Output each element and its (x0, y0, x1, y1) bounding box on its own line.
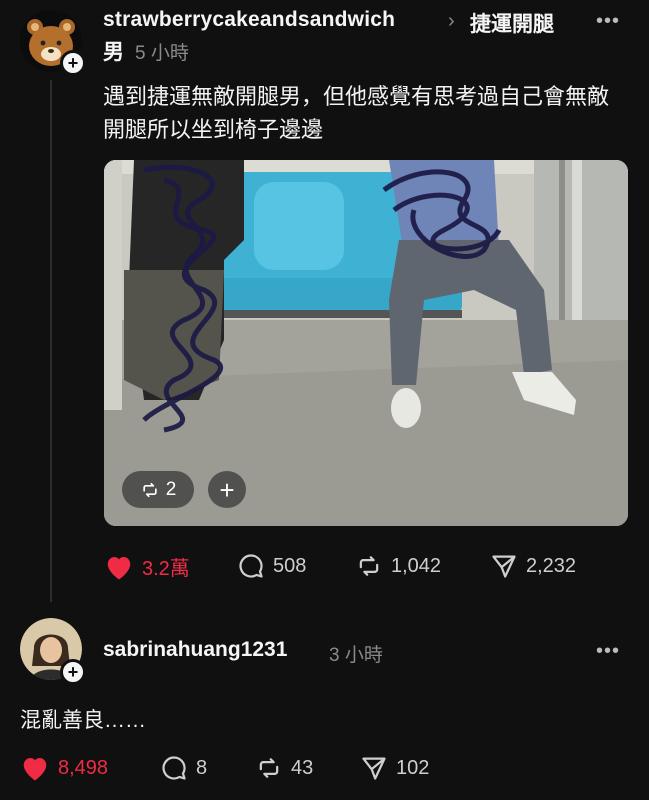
reply-like-button[interactable]: 8,498 (20, 754, 108, 782)
send-icon (362, 757, 386, 780)
post-like-button[interactable]: 3.2萬 (104, 552, 190, 581)
post-image[interactable] (104, 160, 628, 526)
post-reply-button[interactable]: 508 (237, 552, 306, 580)
repost-icon (259, 758, 279, 778)
repost-icon (143, 482, 157, 497)
follow-button[interactable]: + (60, 50, 86, 76)
reply-timestamp: 3 小時 (329, 645, 383, 666)
reply-text: 混亂善良…… (20, 709, 146, 732)
post-text: 遇到捷運無敵開腿男，但他感覺有思考過自己會無敵開腿所以坐到椅子邊邊 (103, 84, 610, 142)
post-repost-count: 1,042 (391, 554, 442, 577)
repost-icon (359, 556, 379, 576)
image-add-button[interactable]: + (208, 471, 246, 508)
send-icon (492, 555, 516, 578)
comment-icon (239, 554, 263, 578)
reply-reply-button[interactable]: 8 (160, 754, 207, 782)
image-repost-count: 2 (165, 478, 177, 500)
post-share-count: 2,232 (526, 554, 577, 577)
reply-share-button[interactable]: 102 (360, 754, 429, 782)
more-options-icon[interactable]: ••• (596, 10, 620, 33)
reply-more-options-icon[interactable]: ••• (596, 640, 620, 663)
post-share-button[interactable]: 2,232 (490, 552, 576, 580)
post-timestamp: 5 小時 (135, 43, 189, 64)
post-repost-button[interactable]: 1,042 (355, 552, 441, 580)
reply-username[interactable]: sabrinahuang1231 (103, 638, 287, 662)
reply-reply-count: 8 (196, 756, 208, 779)
post-like-count: 3.2萬 (142, 558, 190, 580)
heart-filled-icon (23, 758, 47, 781)
topic-tag[interactable]: 捷運開腿 (470, 8, 554, 38)
reply-repost-count: 43 (291, 756, 314, 779)
reply-like-count: 8,498 (58, 756, 109, 779)
subway-photo (104, 160, 628, 526)
reply-share-count: 102 (396, 756, 430, 779)
topic-tag-continued[interactable]: 男 (103, 36, 124, 66)
heart-filled-icon (107, 556, 131, 579)
image-repost-chip[interactable]: 2 (122, 471, 194, 508)
reply-repost-button[interactable]: 43 (255, 754, 313, 782)
comment-icon (162, 756, 186, 780)
reply-follow-button[interactable]: + (60, 659, 86, 685)
post-username[interactable]: strawberrycakeandsandwich (103, 8, 395, 32)
chevron-right-icon: › (448, 10, 455, 32)
thread-line (50, 80, 52, 602)
post-reply-count: 508 (273, 554, 307, 577)
